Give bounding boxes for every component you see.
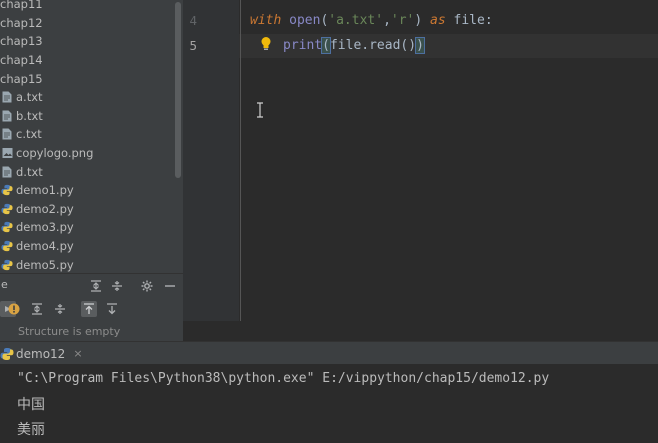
tree-item[interactable]: chap13	[0, 32, 183, 51]
project-tree-list: chap11 chap12 chap13 chap14 chap15 a.txt b.txt…	[0, 0, 183, 273]
project-tree-panel: chap11 chap12 chap13 chap14 chap15 a.txt b.txt…	[0, 0, 183, 273]
text-file-icon	[0, 90, 14, 104]
tree-item-label: demo1.py	[16, 183, 74, 198]
tree-item[interactable]: chap15	[0, 69, 183, 88]
minimize-icon[interactable]	[162, 278, 178, 294]
tree-item[interactable]: b.txt	[0, 107, 183, 126]
project-tree-scrollbar[interactable]	[175, 2, 181, 178]
tree-item[interactable]: chap11	[0, 0, 183, 14]
close-icon[interactable]: ×	[73, 347, 82, 360]
tree-item[interactable]: demo1.py	[0, 181, 183, 200]
console-output-line-2: 美丽	[17, 422, 45, 438]
code-line-4[interactable]: with open('a.txt','r') as file:	[250, 13, 493, 28]
tree-item-label: d.txt	[16, 164, 43, 179]
tree-item[interactable]: c.txt	[0, 125, 183, 144]
code-token: open	[289, 13, 321, 28]
code-token: (	[321, 37, 331, 54]
code-token: as	[430, 13, 446, 28]
python-file-icon	[0, 347, 14, 360]
python-file-icon	[0, 239, 14, 253]
text-cursor-icon	[257, 102, 263, 118]
tree-item-label: demo4.py	[16, 239, 74, 254]
structure-header: e	[0, 274, 183, 298]
text-file-icon	[0, 109, 14, 123]
tree-item[interactable]: chap12	[0, 14, 183, 33]
tree-item[interactable]: chap14	[0, 51, 183, 70]
code-token: ,	[383, 13, 391, 28]
tree-item-label: c.txt	[16, 127, 42, 142]
structure-empty-message: Structure is empty	[18, 325, 121, 338]
tree-item-label: demo2.py	[16, 201, 74, 216]
tree-item-label: chap12	[0, 15, 43, 30]
collapse-all-icon[interactable]	[109, 278, 125, 294]
tree-item[interactable]: demo3.py	[0, 218, 183, 237]
info-icon[interactable]	[6, 301, 22, 317]
tree-item-label: b.txt	[16, 108, 43, 123]
python-file-icon	[0, 258, 14, 272]
run-tab-label: demo12	[16, 346, 66, 361]
gutter-divider	[240, 0, 241, 321]
python-file-icon	[0, 220, 14, 234]
tree-item[interactable]: d.txt	[0, 162, 183, 181]
expand-icon[interactable]	[29, 301, 45, 317]
collapse-icon[interactable]	[52, 301, 68, 317]
gear-icon[interactable]	[139, 278, 155, 294]
text-file-icon	[0, 165, 14, 179]
tree-item-label: chap15	[0, 71, 43, 86]
console-output-line-1: 中国	[17, 397, 45, 413]
tree-item-label: demo5.py	[16, 257, 74, 272]
line-number-5: 5	[189, 38, 197, 53]
run-tab-demo12[interactable]: demo12 ×	[0, 342, 83, 365]
code-token: 'a.txt'	[328, 13, 384, 28]
code-token: with	[250, 13, 282, 28]
tree-item[interactable]: demo2.py	[0, 200, 183, 219]
structure-header-letter: e	[1, 278, 8, 291]
tree-item-label: demo3.py	[16, 220, 74, 235]
image-file-icon	[0, 146, 14, 160]
line-number-4: 4	[189, 13, 197, 28]
scroll-from-source-icon[interactable]	[81, 301, 97, 317]
tree-item[interactable]: demo5.py	[0, 255, 183, 273]
text-file-icon	[0, 127, 14, 141]
run-tool-window-header: demo12 ×	[0, 341, 658, 365]
code-token: file.read()	[329, 38, 417, 53]
python-file-icon	[0, 183, 14, 197]
python-file-icon	[0, 202, 14, 216]
code-token: )	[414, 13, 431, 28]
code-editor[interactable]: 4 5 with open('a.txt','r') as file: prin…	[183, 0, 658, 321]
code-token: print	[283, 38, 323, 53]
tree-item-label: chap11	[0, 0, 43, 12]
tree-item-label: chap14	[0, 53, 43, 68]
code-line-5[interactable]: print(file.read())	[283, 37, 425, 54]
run-console[interactable]: "C:\Program Files\Python38\python.exe" E…	[0, 364, 658, 443]
autoscroll-icon[interactable]	[104, 301, 120, 317]
lightbulb-icon[interactable]	[260, 36, 272, 52]
tree-item-label: chap13	[0, 34, 43, 49]
tree-item-label: a.txt	[16, 90, 43, 105]
tree-item-label: copylogo.png	[16, 146, 94, 161]
code-token: file:	[445, 13, 493, 28]
code-token: )	[415, 37, 425, 54]
console-command-line: "C:\Program Files\Python38\python.exe" E…	[17, 371, 550, 386]
expand-all-icon[interactable]	[88, 278, 104, 294]
tree-item[interactable]: copylogo.png	[0, 144, 183, 163]
code-token: 'r'	[390, 13, 415, 28]
structure-toolbar	[0, 298, 183, 320]
structure-panel: e Structure is empty	[0, 273, 183, 342]
tree-item[interactable]: demo4.py	[0, 237, 183, 256]
tree-item[interactable]: a.txt	[0, 88, 183, 107]
